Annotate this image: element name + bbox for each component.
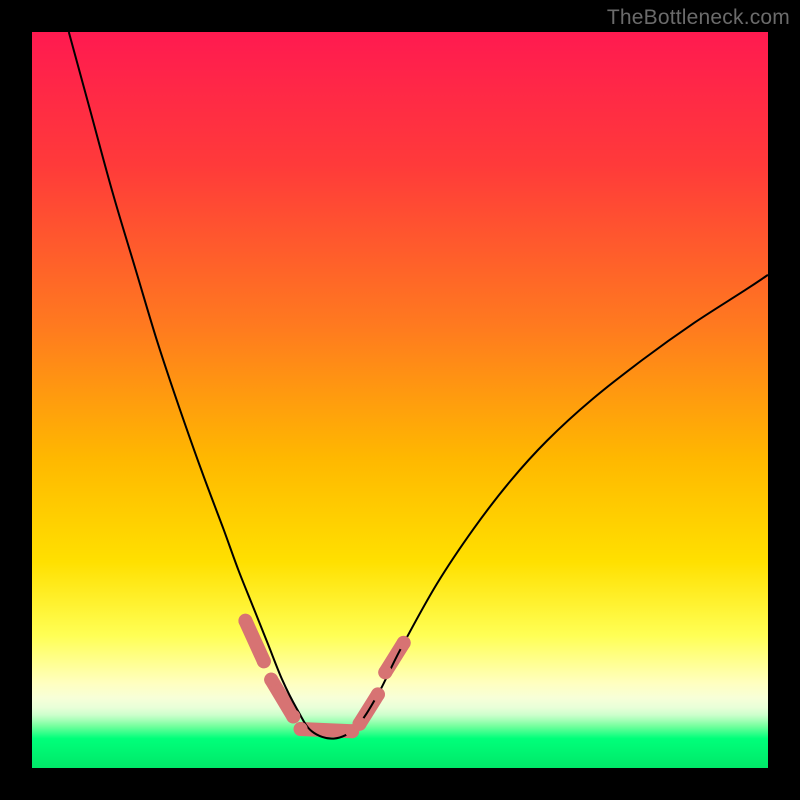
watermark-text: TheBottleneck.com	[607, 6, 790, 30]
plot-area	[32, 32, 768, 768]
chart-frame: TheBottleneck.com	[0, 0, 800, 800]
chart-svg	[32, 32, 768, 768]
